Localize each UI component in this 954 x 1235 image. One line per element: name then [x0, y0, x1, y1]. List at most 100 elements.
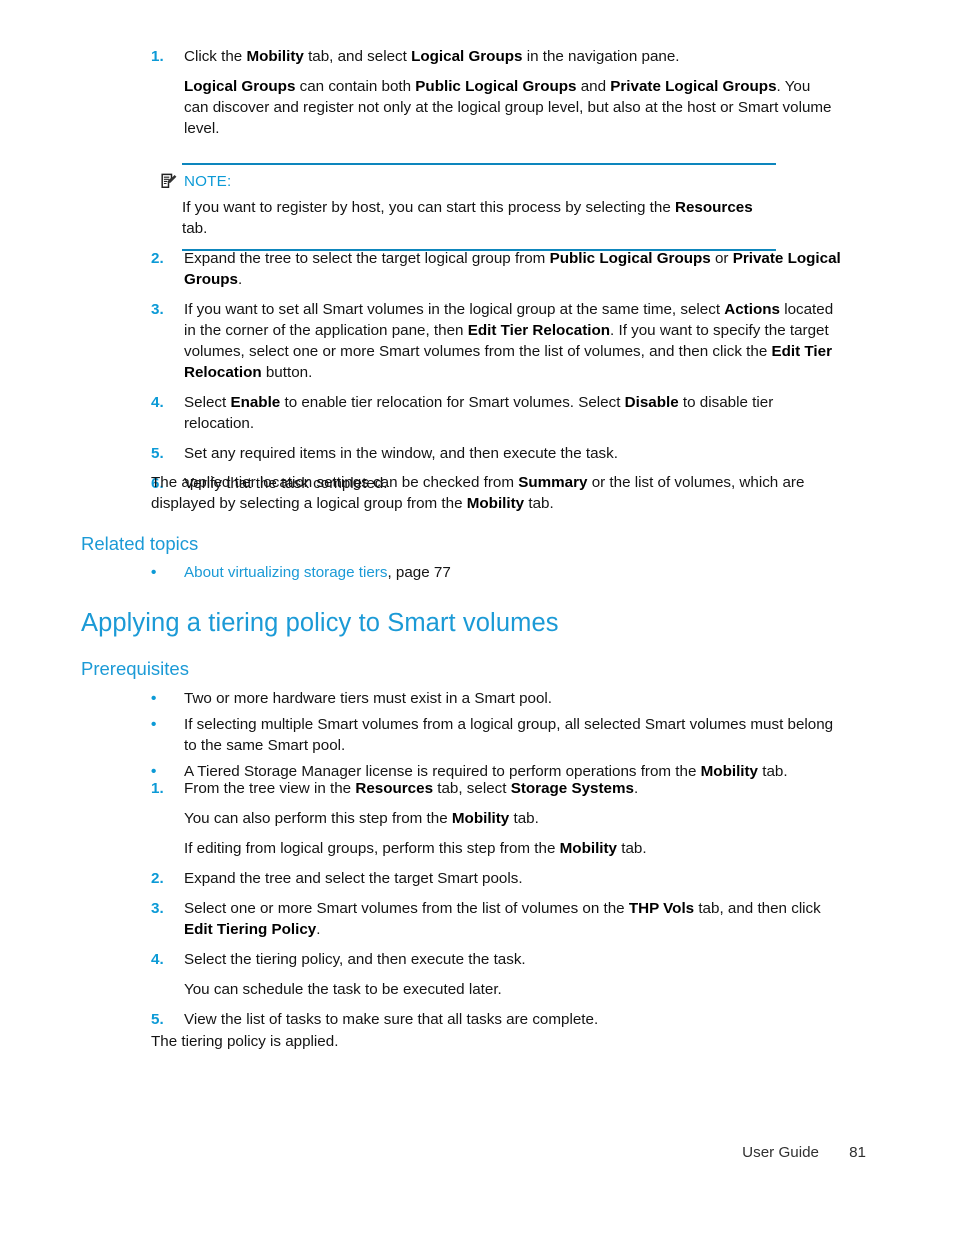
list-item-text: View the list of tasks to make sure that…	[184, 1010, 599, 1028]
page-footer: User Guide 81	[0, 1144, 954, 1166]
p3s3-mid: tab, and then click	[694, 899, 821, 917]
related-topic-link[interactable]: About virtualizing storage tiers	[184, 564, 387, 581]
p3s1-sub-a-post: tab.	[509, 809, 539, 827]
p3s4-sub-paragraph: You can schedule the task to be executed…	[184, 980, 502, 998]
list-item: 2. Expand the tree to select the target …	[151, 249, 841, 291]
prerequisites-list: Two or more hardware tiers must exist in…	[151, 689, 841, 783]
step1-line-a-post: in the navigation pane.	[522, 48, 680, 65]
step2-pre: Expand the tree to select the target log…	[184, 250, 550, 267]
list-item-text: Select Enable to enable tier relocation …	[184, 393, 841, 435]
p3s3-post: .	[316, 920, 321, 938]
step2-mid: or	[710, 250, 733, 267]
p3s1-sub-a-pre: You can also perform this step from the	[184, 809, 452, 827]
procedure-three: 1. From the tree view in the Resources t…	[151, 779, 841, 1031]
list-item: 1. Click the Mobility tab, and select Lo…	[151, 47, 835, 140]
list-bullet	[151, 689, 184, 710]
p3s3-bold-edit-tiering-policy: Edit Tiering Policy	[184, 920, 317, 938]
p3s3-pre: Select one or more Smart volumes from th…	[184, 899, 629, 917]
list-marker: 1.	[151, 780, 164, 797]
list-bullet	[151, 715, 184, 736]
list-marker: 5.	[151, 1010, 164, 1028]
step2-bold-public: Public Logical Groups	[549, 250, 711, 267]
list-item-text: Set any required items in the window, an…	[184, 444, 618, 462]
step3-bold-actions: Actions	[724, 300, 780, 318]
p3s1-sub-b-post: tab.	[617, 839, 647, 857]
list-marker: 1.	[151, 48, 164, 65]
note-body-post: tab.	[182, 219, 208, 237]
note-label: NOTE:	[184, 172, 232, 190]
step1-line-a-pre: Click the	[184, 48, 247, 65]
step1-line-a-mid: tab, and select	[303, 48, 412, 65]
footer-document-title: User Guide	[742, 1144, 819, 1161]
list-marker: 3.	[151, 899, 164, 917]
step1-sub-mid2: and	[576, 77, 611, 95]
step3-bold-edit-tier-relocation-1: Edit Tier Relocation	[467, 321, 611, 339]
list-item: If selecting multiple Smart volumes from…	[151, 715, 841, 757]
list-item-text: From the tree view in the Resources tab,…	[184, 779, 841, 860]
note-body-pre: If you want to register by host, you can…	[182, 199, 675, 216]
p3s1-bold-storage-systems: Storage Systems	[510, 780, 634, 797]
p3s1-sub-b-pre: If editing from logical groups, perform …	[184, 839, 560, 857]
p3s1-mid: tab, select	[433, 780, 511, 797]
p3s1-sub-b-bold: Mobility	[559, 839, 618, 857]
list-item: Two or more hardware tiers must exist in…	[151, 689, 841, 710]
step1-sub-paragraph: Logical Groups can contain both Public L…	[184, 77, 835, 140]
list-marker: 4.	[151, 950, 164, 968]
list-item-text: If you want to set all Smart volumes in …	[184, 300, 841, 384]
related-topics-heading: Related topics	[81, 533, 199, 554]
step2-post: .	[238, 270, 243, 288]
step1-sub-bold-public: Public Logical Groups	[415, 77, 577, 95]
list-item: 2. Expand the tree and select the target…	[151, 869, 841, 890]
p3s1-post: .	[633, 780, 639, 797]
list-item: About virtualizing storage tiers, page 7…	[151, 563, 841, 584]
trailing-pre: The applied tier location settings can b…	[151, 474, 519, 491]
final-paragraph: The tiering policy is applied.	[151, 1033, 339, 1050]
list-marker: 5.	[151, 444, 164, 462]
document-page: 1. Click the Mobility tab, and select Lo…	[0, 0, 954, 1235]
list-marker: 4.	[151, 393, 164, 411]
prereq3-pre: A Tiered Storage Manager license is requ…	[184, 762, 701, 780]
step4-bold-disable: Disable	[624, 393, 679, 411]
list-marker: 2.	[151, 250, 164, 267]
list-item-text: Two or more hardware tiers must exist in…	[184, 690, 553, 707]
trailing-post: tab.	[524, 494, 554, 512]
list-item: 1. From the tree view in the Resources t…	[151, 779, 841, 860]
step3-post: button.	[261, 363, 313, 381]
footer-page-number: 81	[849, 1144, 866, 1161]
step1-sub-mid1: can contain both	[295, 77, 416, 95]
note-pencil-icon	[160, 172, 178, 190]
procedure-one: 1. Click the Mobility tab, and select Lo…	[151, 47, 835, 140]
note-body: If you want to register by host, you can…	[182, 198, 776, 240]
trailing-paragraph: The applied tier location settings can b…	[151, 473, 841, 515]
page-title: Applying a tiering policy to Smart volum…	[81, 609, 559, 637]
note-top-rule	[182, 163, 776, 165]
list-item-text: Click the Mobility tab, and select Logic…	[184, 47, 835, 140]
step1-sub-bold-logical-groups: Logical Groups	[184, 77, 296, 95]
related-topic-page: , page 77	[387, 564, 451, 581]
procedure-one-continued: 2. Expand the tree to select the target …	[151, 249, 841, 495]
note-admonition: NOTE: If you want to register by host, y…	[160, 163, 776, 251]
list-marker: 2.	[151, 869, 164, 887]
p3s1-sub-paragraph-b: If editing from logical groups, perform …	[184, 839, 841, 860]
p3s4-text: Select the tiering policy, and then exec…	[184, 950, 526, 968]
note-bold-resources: Resources	[675, 199, 753, 216]
step4-mid: to enable tier relocation for Smart volu…	[280, 393, 625, 411]
trailing-bold-mobility: Mobility	[466, 494, 525, 512]
list-marker: 3.	[151, 300, 164, 318]
step4-pre: Select	[184, 393, 231, 411]
list-item-text: If selecting multiple Smart volumes from…	[184, 715, 834, 754]
list-bullet	[151, 563, 184, 584]
step3-pre: If you want to set all Smart volumes in …	[184, 300, 725, 318]
note-header: NOTE:	[160, 172, 776, 190]
section-subtitle: Prerequisites	[81, 658, 189, 679]
p3s1-sub-paragraph-a: You can also perform this step from the …	[184, 809, 841, 830]
list-item: 4. Select the tiering policy, and then e…	[151, 950, 841, 1001]
list-item-text: Select one or more Smart volumes from th…	[184, 899, 841, 941]
p3s3-bold-thp-vols: THP Vols	[628, 899, 695, 917]
prereq3-post: tab.	[758, 762, 788, 780]
list-item-text: Expand the tree to select the target log…	[184, 249, 841, 291]
list-item: 5. Set any required items in the window,…	[151, 444, 841, 465]
p3s1-sub-a-bold: Mobility	[451, 809, 510, 827]
list-item: 5. View the list of tasks to make sure t…	[151, 1010, 841, 1031]
trailing-bold-summary: Summary	[518, 474, 588, 491]
